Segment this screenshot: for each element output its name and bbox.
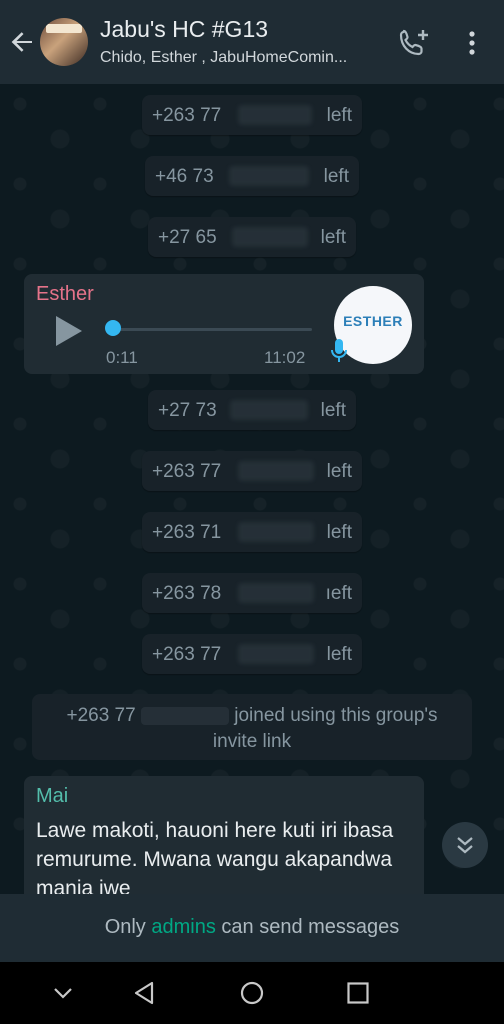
nav-hide-keyboard-icon[interactable] (48, 978, 78, 1008)
admin-only-footer: Only admins can send messages (0, 894, 504, 962)
voice-duration: 0:11 (106, 348, 138, 367)
text-message[interactable]: Mai Lawe makoti, hauoni here kuti iri ib… (24, 776, 424, 894)
add-call-icon[interactable] (396, 27, 432, 59)
chevron-down-double-icon (457, 837, 473, 854)
mic-icon (331, 339, 347, 362)
chat-area[interactable]: +263 77 left +46 73 left +27 65 left Est… (0, 84, 504, 894)
system-message: +27 73 left (148, 390, 356, 430)
group-title[interactable]: Jabu's HC #G13 (100, 16, 268, 43)
voice-message: Esther 0:11 11:02 ESTHER (24, 274, 424, 374)
system-message: +46 73 left (145, 156, 359, 196)
group-avatar[interactable] (40, 18, 88, 66)
system-navigation-bar (0, 962, 504, 1024)
more-vert-icon[interactable] (460, 28, 484, 58)
message-body: Lawe makoti, hauoni here kuti iri ibasa … (36, 819, 394, 894)
system-message: +263 78 ıeft (142, 573, 362, 613)
voice-progress-track[interactable] (112, 328, 312, 331)
play-icon[interactable] (52, 314, 84, 348)
group-members[interactable]: Chido, Esther , JabuHomeComin... (100, 49, 380, 67)
voice-seek-handle[interactable] (105, 320, 121, 336)
nav-back-icon[interactable] (130, 978, 160, 1008)
admins-link[interactable]: admins (151, 916, 215, 938)
nav-recents-icon[interactable] (343, 978, 373, 1008)
scroll-to-bottom-button[interactable] (442, 822, 488, 868)
system-message: +263 77 left (142, 634, 362, 674)
system-message: +263 71 left (142, 512, 362, 552)
joined-system-message: +263 77 joined using this group's invite… (32, 694, 472, 760)
chat-header: Jabu's HC #G13 Chido, Esther , JabuHomeC… (0, 0, 504, 84)
system-message: +27 65 left (148, 217, 356, 257)
message-time: 11:02 (264, 348, 306, 367)
nav-home-icon[interactable] (237, 978, 267, 1008)
system-message: +263 77 left (142, 95, 362, 135)
back-arrow-icon[interactable] (6, 26, 38, 58)
sender-name: Esther (36, 283, 94, 305)
sender-name: Mai (36, 785, 69, 807)
system-message: +263 77 left (142, 451, 362, 491)
